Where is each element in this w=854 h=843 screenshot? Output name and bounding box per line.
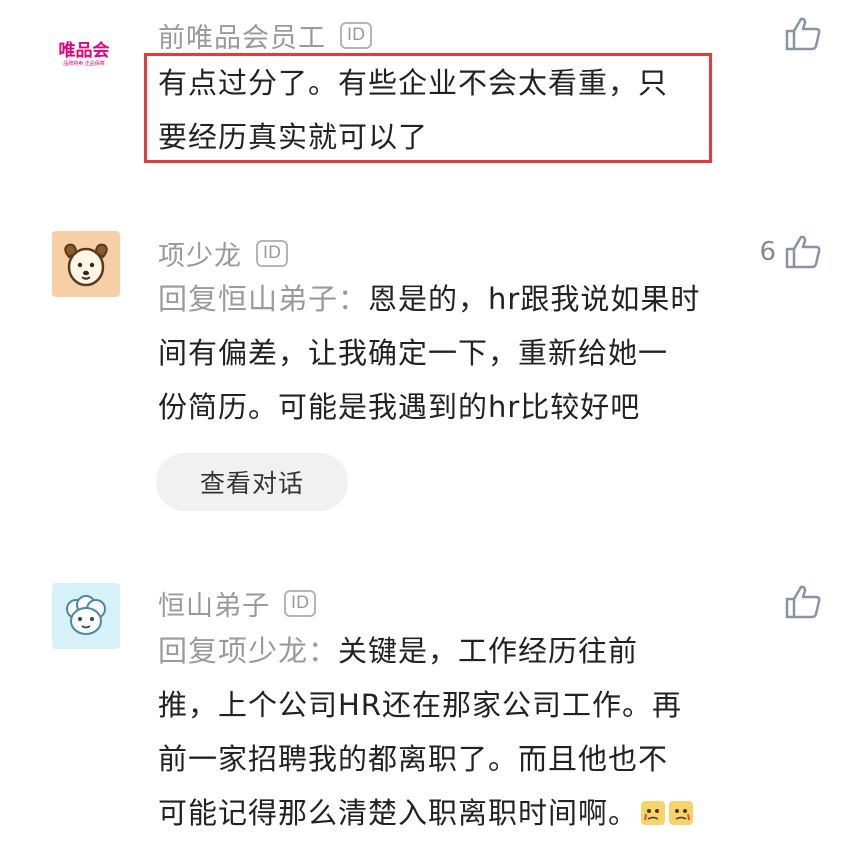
- body-line-4: 可能记得那么清楚入职离职时间啊。: [158, 786, 694, 840]
- avatar-vipshop[interactable]: 唯品会 品牌特卖 正品保障: [50, 22, 118, 88]
- body-line: 间有偏差，让我确定一下，重新给她一: [158, 336, 669, 370]
- body-line: 要经历真实就可以了: [158, 120, 429, 154]
- sheep-avatar-icon: [66, 595, 106, 635]
- comment-1: 唯品会 品牌特卖 正品保障 前唯品会员工 ID 有点过分了。有些企业不会太看重，…: [0, 0, 854, 180]
- reply-prefix[interactable]: 回复恒山弟子：: [158, 282, 368, 316]
- body-line: 可能记得那么清楚入职离职时间啊。: [158, 796, 639, 830]
- comment-body: 回复恒山弟子：恩是的，hr跟我说如果时 间有偏差，让我确定一下，重新给她一 份简…: [158, 272, 700, 434]
- comment-3: 恒山弟子 ID 回复项少龙：关键是，工作经历往前 推，上个公司HR还在那家公司工…: [0, 570, 854, 843]
- body-line: 份简历。可能是我遇到的hr比较好吧: [158, 390, 641, 424]
- body-line: 关键是，工作经历往前: [338, 634, 639, 668]
- body-line: 前一家招聘我的都离职了。而且他也不: [158, 742, 669, 776]
- comment-body: 回复项少龙：关键是，工作经历往前 推，上个公司HR还在那家公司工作。再 前一家招…: [158, 624, 694, 840]
- author-row: 前唯品会员工 ID: [158, 16, 373, 55]
- author-name[interactable]: 项少龙: [158, 234, 242, 273]
- reply-prefix[interactable]: 回复项少龙：: [158, 634, 338, 668]
- body-line: 有点过分了。有些企业不会太看重，只: [158, 66, 669, 100]
- author-name[interactable]: 前唯品会员工: [158, 16, 326, 55]
- crying-face-emoji: [641, 801, 666, 825]
- vipshop-logo-text: 唯品会: [58, 41, 110, 61]
- dog-avatar-icon: [64, 243, 108, 287]
- comment-2: 项少龙 ID 回复恒山弟子：恩是的，hr跟我说如果时 间有偏差，让我确定一下，重…: [0, 220, 854, 540]
- author-name[interactable]: 恒山弟子: [158, 584, 270, 623]
- like-button[interactable]: [784, 584, 822, 620]
- thumbs-up-icon: [785, 17, 821, 51]
- view-conversation-button[interactable]: 查看对话: [156, 453, 348, 511]
- id-badge: ID: [340, 22, 373, 49]
- comment-body: 有点过分了。有些企业不会太看重，只 要经历真实就可以了: [158, 56, 668, 164]
- like-button[interactable]: [784, 16, 822, 52]
- author-row: 恒山弟子 ID: [158, 584, 317, 623]
- body-line-1: 回复恒山弟子：恩是的，hr跟我说如果时: [158, 272, 700, 326]
- like-count: 6: [759, 237, 776, 267]
- author-row: 项少龙 ID: [158, 234, 289, 273]
- avatar-dog[interactable]: [52, 231, 120, 297]
- vipshop-logo-subtext: 品牌特卖 正品保障: [63, 61, 105, 67]
- body-line: 恩是的，hr跟我说如果时: [368, 282, 701, 316]
- id-badge: ID: [256, 240, 289, 267]
- crying-face-emoji: [669, 801, 694, 825]
- thumbs-up-icon: [785, 585, 821, 619]
- avatar-sheep[interactable]: [52, 583, 120, 649]
- body-line-1: 回复项少龙：关键是，工作经历往前: [158, 624, 694, 678]
- body-line: 推，上个公司HR还在那家公司工作。再: [158, 688, 682, 722]
- id-badge: ID: [284, 590, 317, 617]
- thumbs-up-icon: [785, 235, 821, 269]
- like-button[interactable]: 6: [759, 234, 822, 270]
